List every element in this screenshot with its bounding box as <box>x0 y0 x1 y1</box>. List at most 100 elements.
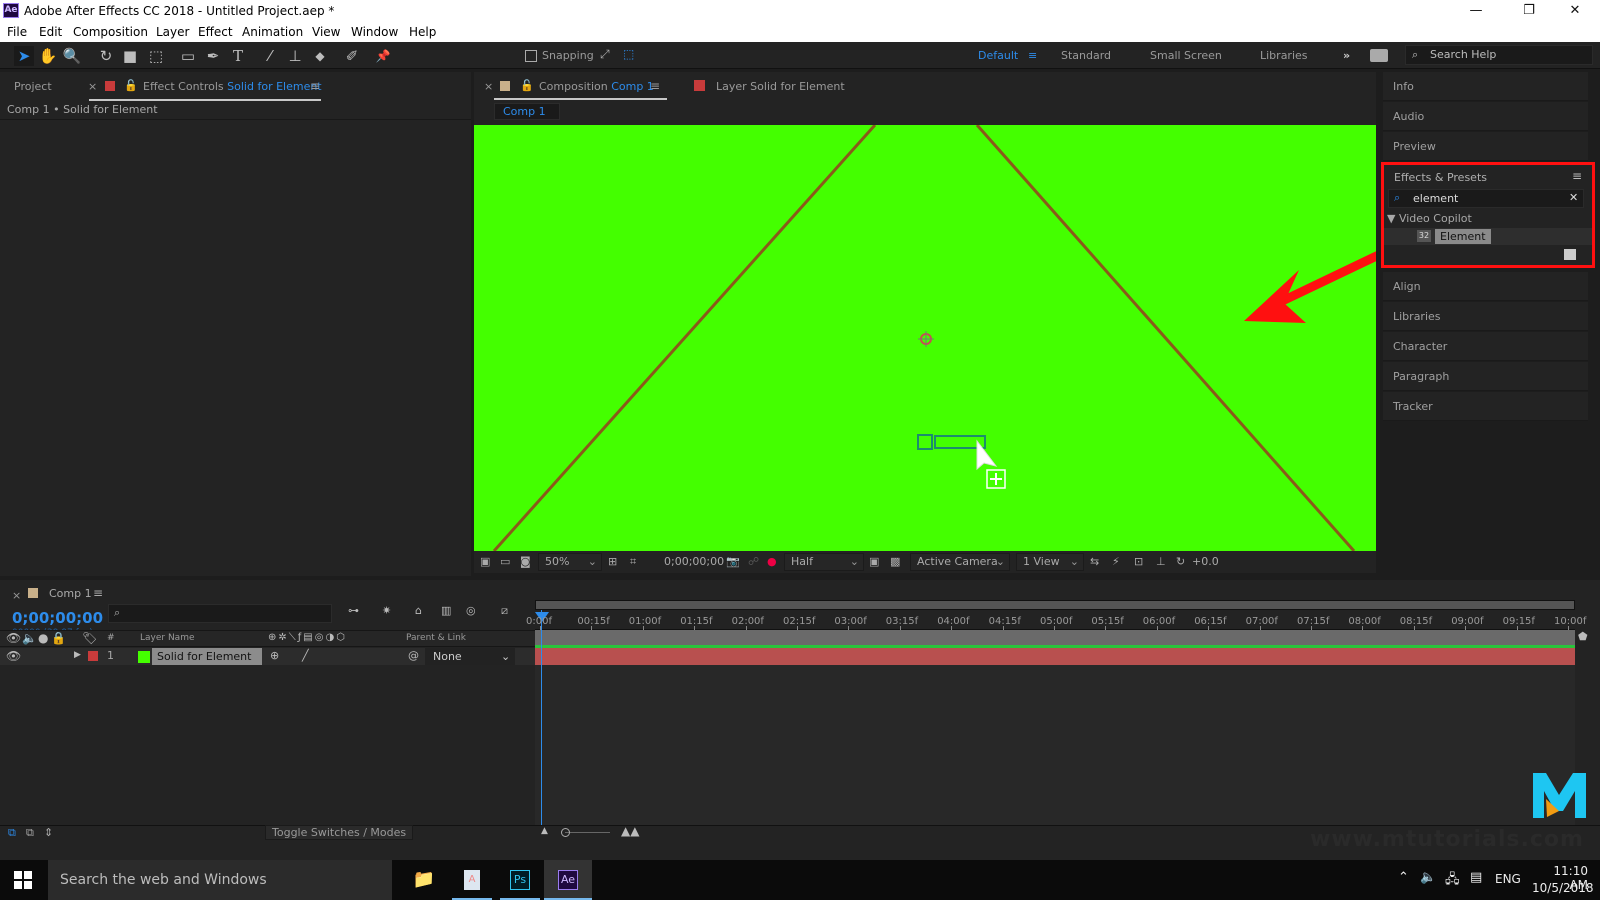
rotate-tool-icon[interactable]: ↻ <box>96 46 116 66</box>
panel-character[interactable]: Character <box>1383 332 1588 361</box>
viewer-timecode[interactable]: 0;00;00;00 <box>664 555 724 568</box>
audio-toggle-icon[interactable]: 🔈 <box>22 631 37 645</box>
draft-3d-icon[interactable]: ✷ <box>382 604 391 617</box>
workspace-standard[interactable]: Standard <box>1061 49 1111 62</box>
close-timeline-tab-icon[interactable]: × <box>12 589 21 602</box>
tab-project[interactable]: Project <box>14 80 52 93</box>
taskbar-file-explorer[interactable]: 📁 <box>400 860 448 900</box>
puppet-pin-tool-icon[interactable]: 📌 <box>373 46 393 66</box>
channel-rgb-icon[interactable]: ● <box>767 555 777 568</box>
zoom-slider-track[interactable] <box>565 832 610 833</box>
panel-menu-icon[interactable]: ≡ <box>93 586 103 600</box>
taskbar-search-input[interactable]: Search the web and Windows <box>48 860 392 900</box>
roto-brush-tool-icon[interactable]: ✐ <box>342 46 362 66</box>
zoom-tool-icon[interactable]: 🔍 <box>62 46 82 66</box>
more-workspaces-icon[interactable]: » <box>1343 49 1350 62</box>
panel-preview[interactable]: Preview <box>1383 132 1588 161</box>
close-window-button[interactable]: ✕ <box>1552 0 1598 22</box>
region-of-interest-icon[interactable]: ▣ <box>869 555 879 568</box>
snap-bounds-icon[interactable]: ⬚ <box>623 47 634 61</box>
language-indicator[interactable]: ENG <box>1495 872 1521 886</box>
layer-duration-bar[interactable] <box>535 648 1575 665</box>
layer-name[interactable]: Solid for Element <box>152 648 262 665</box>
panel-info[interactable]: Info <box>1383 72 1588 101</box>
transparency-grid-icon[interactable]: ▩ <box>890 555 900 568</box>
selection-tool-icon[interactable]: ➤ <box>14 46 34 66</box>
label-tag-icon[interactable]: 🏷 <box>82 631 97 645</box>
layer-handle-box[interactable] <box>917 434 933 450</box>
always-preview-icon[interactable]: ▣ <box>480 555 490 568</box>
show-hidden-icons[interactable]: ⌃ <box>1398 870 1409 885</box>
work-area-range[interactable] <box>535 630 1575 645</box>
shy-layers-icon[interactable]: ⌂ <box>415 604 422 617</box>
exposure-value[interactable]: +0.0 <box>1192 555 1219 568</box>
menu-window[interactable]: Window <box>351 25 398 39</box>
tab-composition[interactable]: Composition Comp 1 <box>539 80 654 93</box>
close-comp-tab-icon[interactable]: × <box>484 80 493 93</box>
type-tool-icon[interactable]: T <box>228 46 248 66</box>
grid-guides-icon[interactable]: ⊞ <box>608 555 617 568</box>
expand-layer-icon[interactable]: ▶ <box>74 650 81 660</box>
comp-marker-bin-icon[interactable]: ⬟ <box>1578 630 1588 643</box>
camera-tool-icon[interactable]: ■ <box>120 46 140 66</box>
view-layout-dropdown[interactable]: 1 View ⌄ <box>1016 553 1084 571</box>
lock-toggle-icon[interactable]: 🔒 <box>51 631 66 645</box>
windows-start-icon[interactable] <box>14 871 32 889</box>
mask-visibility-icon[interactable]: ⌗ <box>630 555 636 569</box>
restore-button[interactable]: ❐ <box>1506 0 1552 22</box>
panel-align[interactable]: Align <box>1383 272 1588 301</box>
workspace-small-screen[interactable]: Small Screen <box>1150 49 1222 62</box>
brush-tool-icon[interactable]: ⁄ <box>260 46 280 66</box>
timeline-search-input[interactable]: ⌕ <box>108 604 332 623</box>
menu-file[interactable]: File <box>7 25 27 39</box>
volume-icon[interactable]: 🔈 <box>1420 870 1436 885</box>
vr-icon[interactable]: ◙ <box>520 555 531 568</box>
taskbar-app-2[interactable]: A <box>448 860 496 900</box>
search-help-input[interactable]: ⌕ Search Help <box>1405 45 1593 65</box>
menu-effect[interactable]: Effect <box>198 25 233 39</box>
resolution-dropdown[interactable]: Half ⌄ <box>784 553 864 571</box>
current-time-display[interactable]: 0;00;00;00 <box>12 609 103 627</box>
reset-exposure-icon[interactable]: ↻ <box>1176 555 1185 568</box>
rectangle-tool-icon[interactable]: ▭ <box>178 46 198 66</box>
panel-menu-icon[interactable]: ≡ <box>310 79 320 93</box>
menu-view[interactable]: View <box>312 25 340 39</box>
layer-label-color[interactable] <box>88 651 98 661</box>
graph-editor-icon[interactable]: ⧄ <box>501 604 508 618</box>
table-row[interactable]: 👁 ▶ 1 Solid for Element ⊕ ╱ @ None ⌄ <box>0 648 535 665</box>
video-toggle-icon[interactable]: 👁 <box>6 631 21 645</box>
timeline-icon[interactable]: ⊡ <box>1134 555 1143 568</box>
minimize-button[interactable]: — <box>1453 0 1499 22</box>
in-out-pane-icon[interactable]: ⇕ <box>44 826 53 839</box>
comp-mini-flowchart-icon[interactable]: ⊶ <box>348 604 359 617</box>
taskbar-after-effects[interactable]: Ae <box>544 860 592 900</box>
parent-dropdown[interactable]: None ⌄ <box>425 648 515 665</box>
action-center-icon[interactable]: ▤ <box>1470 870 1482 885</box>
panel-tracker[interactable]: Tracker <box>1383 392 1588 421</box>
clear-search-icon[interactable]: ✕ <box>1569 191 1578 204</box>
transfer-controls-pane-icon[interactable]: ⧉ <box>26 826 34 840</box>
clock-date[interactable]: 10/5/2018 <box>1532 881 1594 895</box>
panel-audio[interactable]: Audio <box>1383 102 1588 131</box>
clone-stamp-tool-icon[interactable]: ⊥ <box>285 46 305 66</box>
quality-switch-icon[interactable]: ╱ <box>302 649 309 662</box>
show-snapshot-icon[interactable]: ☍ <box>748 555 759 568</box>
video-visible-icon[interactable]: 👁 <box>6 649 21 663</box>
frame-blending-icon[interactable]: ▥ <box>441 604 451 617</box>
shy-switch-icon[interactable]: ⊕ <box>270 649 279 662</box>
effect-element[interactable]: Element <box>1435 229 1491 244</box>
panel-menu-icon[interactable]: ≡ <box>1572 169 1582 183</box>
zoom-in-icon[interactable]: ▲▲ <box>621 824 639 838</box>
panel-menu-icon[interactable]: ≡ <box>650 79 660 93</box>
composition-viewer[interactable] <box>474 125 1376 551</box>
toggle-switches-modes-button[interactable]: Toggle Switches / Modes <box>265 825 414 840</box>
snap-options-icon[interactable]: ⤢ <box>600 47 610 62</box>
work-area-bar[interactable] <box>535 600 1575 610</box>
workspace-libraries[interactable]: Libraries <box>1260 49 1308 62</box>
camera-view-dropdown[interactable]: Active Camera ⌄ <box>910 553 1010 571</box>
panel-libraries[interactable]: Libraries <box>1383 302 1588 331</box>
solo-toggle-icon[interactable]: ● <box>38 631 48 645</box>
menu-composition[interactable]: Composition <box>73 25 148 39</box>
lock-icon[interactable]: 🔓 <box>520 79 534 92</box>
motion-blur-icon[interactable]: ◎ <box>466 604 476 617</box>
